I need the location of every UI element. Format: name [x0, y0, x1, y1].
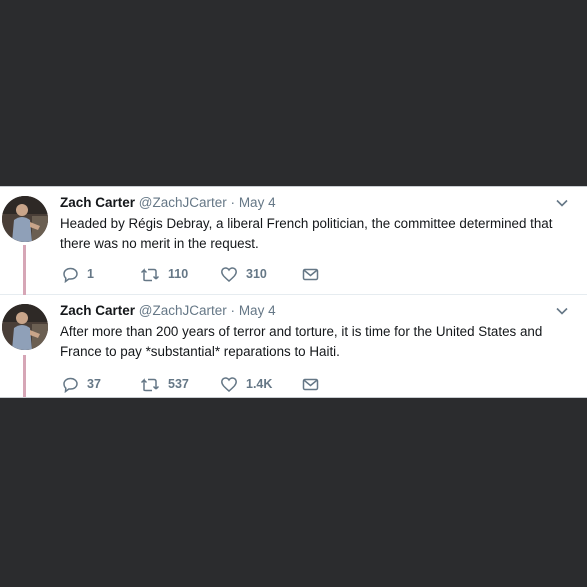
retweet-button[interactable]: 537: [140, 375, 189, 393]
retweet-icon: [140, 267, 160, 281]
author-name[interactable]: Zach Carter: [60, 195, 135, 210]
tweet[interactable]: Zach Carter @ZachJCarter · May 4 Headed …: [0, 187, 587, 295]
like-count: 1.4K: [246, 377, 273, 391]
retweet-count: 110: [168, 267, 189, 281]
retweet-count: 537: [168, 377, 189, 391]
thread-connector: [23, 245, 26, 295]
reply-count: 1: [87, 267, 94, 281]
tweet[interactable]: Zach Carter @ZachJCarter · May 4 After m…: [0, 295, 587, 397]
separator-dot: ·: [230, 303, 236, 318]
heart-icon: [221, 266, 237, 282]
direct-message-button[interactable]: [302, 265, 327, 283]
reply-button[interactable]: 1: [62, 265, 94, 283]
reply-icon: [63, 267, 78, 283]
envelope-icon: [302, 268, 319, 280]
retweet-button[interactable]: 110: [140, 265, 188, 283]
tweet-header: Zach Carter @ZachJCarter · May 4: [60, 302, 547, 320]
reply-button[interactable]: 37: [62, 375, 101, 393]
author-name[interactable]: Zach Carter: [60, 303, 135, 318]
chevron-down-icon[interactable]: [555, 304, 569, 318]
author-handle[interactable]: @ZachJCarter: [139, 195, 227, 210]
like-button[interactable]: 310: [220, 265, 267, 283]
reply-count: 37: [87, 377, 101, 391]
like-count: 310: [246, 267, 267, 281]
tweet-date[interactable]: May 4: [239, 303, 276, 318]
author-handle[interactable]: @ZachJCarter: [139, 303, 227, 318]
avatar[interactable]: [2, 304, 48, 350]
avatar[interactable]: [2, 196, 48, 242]
tweet-date[interactable]: May 4: [239, 195, 276, 210]
heart-icon: [221, 376, 237, 392]
retweet-icon: [140, 377, 160, 391]
tweet-actions: 37 537 1.4K: [60, 375, 587, 393]
tweet-header: Zach Carter @ZachJCarter · May 4: [60, 194, 547, 212]
tweet-text: After more than 200 years of terror and …: [60, 324, 543, 359]
direct-message-button[interactable]: [302, 375, 327, 393]
thread-card: Zach Carter @ZachJCarter · May 4 Headed …: [0, 186, 587, 398]
chevron-down-icon[interactable]: [555, 196, 569, 210]
tweet-actions: 1 110 310: [60, 265, 587, 283]
like-button[interactable]: 1.4K: [220, 375, 272, 393]
tweet-text: Headed by Régis Debray, a liberal French…: [60, 216, 553, 251]
thread-connector: [23, 355, 26, 397]
reply-icon: [63, 377, 78, 393]
separator-dot: ·: [230, 195, 236, 210]
envelope-icon: [302, 378, 319, 390]
